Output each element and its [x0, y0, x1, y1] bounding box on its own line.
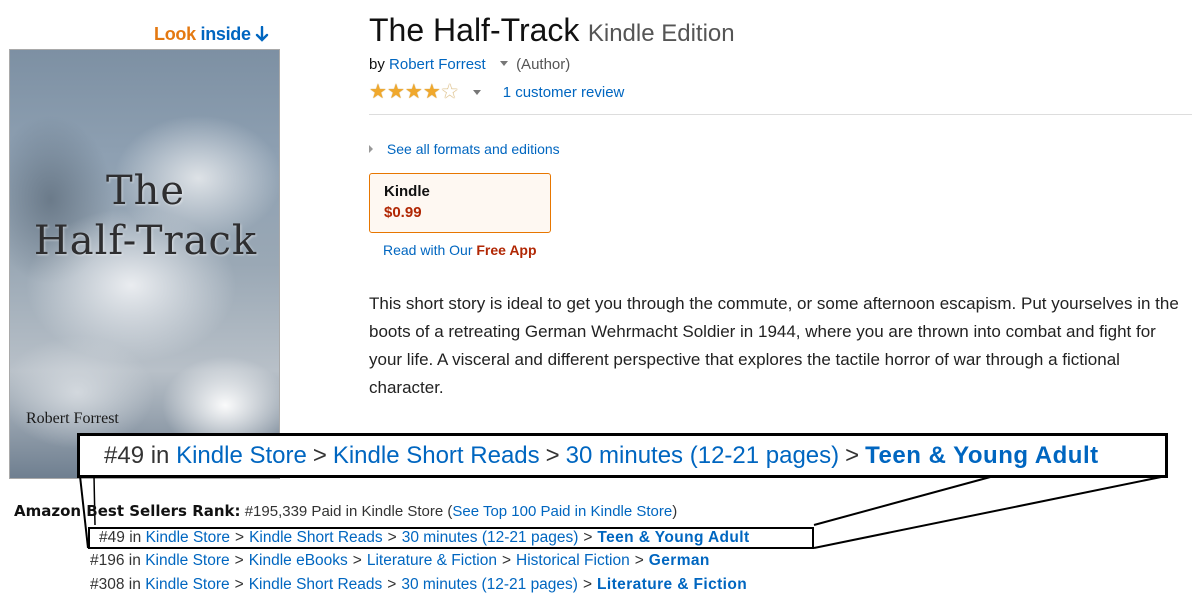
free-app-text[interactable]: Free App — [476, 242, 536, 258]
rank-crumb[interactable]: Kindle Short Reads — [249, 576, 383, 593]
rank-in: in — [128, 576, 141, 593]
zoom-crumb-kindle-store[interactable]: Kindle Store — [176, 442, 307, 470]
rank-final-category[interactable]: German — [649, 552, 710, 569]
best-sellers-rank: Amazon Best Sellers Rank: #195,339 Paid … — [14, 502, 677, 520]
rank-line-german: #196 in Kindle Store > Kindle eBooks > Liter… — [90, 552, 710, 570]
product-title: The Half-Track Kindle Edition — [369, 12, 735, 49]
star-filled-icon: ★ — [404, 81, 423, 103]
rank-line-teen-young-adult: #49 in Kindle Store > Kindle Short Reads >3… — [88, 527, 814, 549]
look-inside-button[interactable]: Look inside — [154, 24, 269, 45]
rank-sep: > — [634, 552, 644, 569]
zoomed-rank-callout: #49 in Kindle Store > Kindle Short Reads… — [77, 433, 1168, 478]
read-with-text[interactable]: Read with Our — [383, 242, 472, 258]
down-arrow-icon — [256, 26, 269, 42]
rank-sep: > — [234, 576, 244, 593]
rank-in: in — [129, 529, 142, 546]
rank-sep: > — [387, 529, 397, 546]
zoom-crumb-30-minutes[interactable]: 30 minutes (12-21 pages) — [566, 442, 840, 470]
format-name: Kindle — [384, 183, 430, 200]
look-inside-inside-text: inside — [200, 24, 252, 44]
overall-rank: #195,339 Paid in Kindle Store ( — [244, 503, 453, 520]
star-filled-icon: ★ — [422, 81, 441, 103]
cover-title-line1: The — [105, 168, 186, 214]
rank-line-literature-fiction: #308 in Kindle Store > Kindle Short Reads >… — [90, 576, 747, 594]
product-edition: Kindle Edition — [587, 20, 735, 47]
author-link[interactable]: Robert Forrest — [389, 56, 486, 73]
author-dropdown-icon[interactable] — [499, 61, 508, 66]
zoom-sep: > — [845, 441, 860, 469]
zoom-in: in — [150, 441, 170, 469]
top-100-link[interactable]: See Top 100 Paid in Kindle Store — [452, 503, 672, 520]
star-filled-icon: ★ — [386, 81, 405, 103]
best-sellers-label: Amazon Best Sellers Rank: — [14, 502, 241, 520]
see-all-formats-link[interactable]: See all formats and editions — [387, 141, 560, 157]
book-cover-image[interactable]: The Half-Track Robert Forrest — [9, 49, 280, 479]
zoom-sep: > — [545, 441, 560, 469]
rank-crumb[interactable]: Historical Fiction — [516, 552, 630, 569]
divider — [369, 114, 1192, 115]
rank-crumb[interactable]: Literature & Fiction — [367, 552, 497, 569]
rank-sep: > — [387, 576, 397, 593]
product-description: This short story is ideal to get you thr… — [369, 294, 1179, 397]
format-kindle-button[interactable]: Kindle $0.99 — [369, 173, 551, 233]
close-paren: ) — [672, 503, 678, 520]
cover-author: Robert Forrest — [26, 410, 119, 427]
zoom-crumb-teen-young-adult[interactable]: Teen & Young Adult — [865, 442, 1098, 470]
rank-sep: > — [234, 552, 244, 569]
rating-row: ★ ★ ★ ★ ★ 1 customer review — [369, 82, 624, 102]
product-title-text: The Half-Track — [369, 12, 580, 48]
rank-crumb[interactable]: Kindle Store — [145, 576, 229, 593]
rank-crumb[interactable]: 30 minutes (12-21 pages) — [402, 529, 579, 546]
rating-dropdown-icon[interactable] — [472, 89, 481, 95]
customer-review-link[interactable]: 1 customer review — [503, 84, 625, 101]
rank-crumb[interactable]: 30 minutes (12-21 pages) — [401, 576, 578, 593]
rank-sep: > — [583, 529, 593, 546]
rank-sep: > — [352, 552, 362, 569]
read-with-app-link[interactable]: Read with Our Free App — [383, 242, 537, 258]
rank-crumb[interactable]: Kindle Store — [146, 529, 230, 546]
by-prefix: by — [369, 56, 385, 73]
rank-crumb[interactable]: Kindle Store — [145, 552, 229, 569]
rank-number: #49 — [99, 529, 125, 546]
zoom-sep: > — [312, 441, 327, 469]
rank-crumb[interactable]: Kindle eBooks — [249, 552, 348, 569]
rank-number: #196 — [90, 552, 125, 569]
zoom-crumb-kindle-short-reads[interactable]: Kindle Short Reads — [333, 442, 540, 470]
star-empty-icon: ★ — [440, 81, 459, 103]
see-all-formats-row[interactable]: See all formats and editions — [369, 141, 560, 157]
rank-crumb[interactable]: Kindle Short Reads — [249, 529, 383, 546]
star-rating[interactable]: ★ ★ ★ ★ ★ — [369, 82, 459, 102]
star-filled-icon: ★ — [369, 81, 387, 103]
rank-sep: > — [582, 576, 593, 593]
author-role: (Author) — [516, 56, 571, 73]
rank-number: #308 — [90, 576, 125, 593]
rank-final-category[interactable]: Literature & Fiction — [597, 576, 747, 593]
format-price: $0.99 — [384, 204, 422, 221]
rank-final-category[interactable]: Teen & Young Adult — [597, 529, 749, 546]
cover-title-line2: Half-Track — [33, 218, 258, 264]
rank-sep: > — [235, 529, 245, 546]
expand-triangle-icon — [369, 145, 373, 153]
rank-in: in — [128, 552, 141, 569]
rank-sep: > — [501, 552, 512, 569]
zoom-rank: #49 — [104, 441, 145, 469]
byline: by Robert Forrest (Author) — [369, 56, 570, 73]
look-inside-look-text: Look — [154, 24, 196, 44]
